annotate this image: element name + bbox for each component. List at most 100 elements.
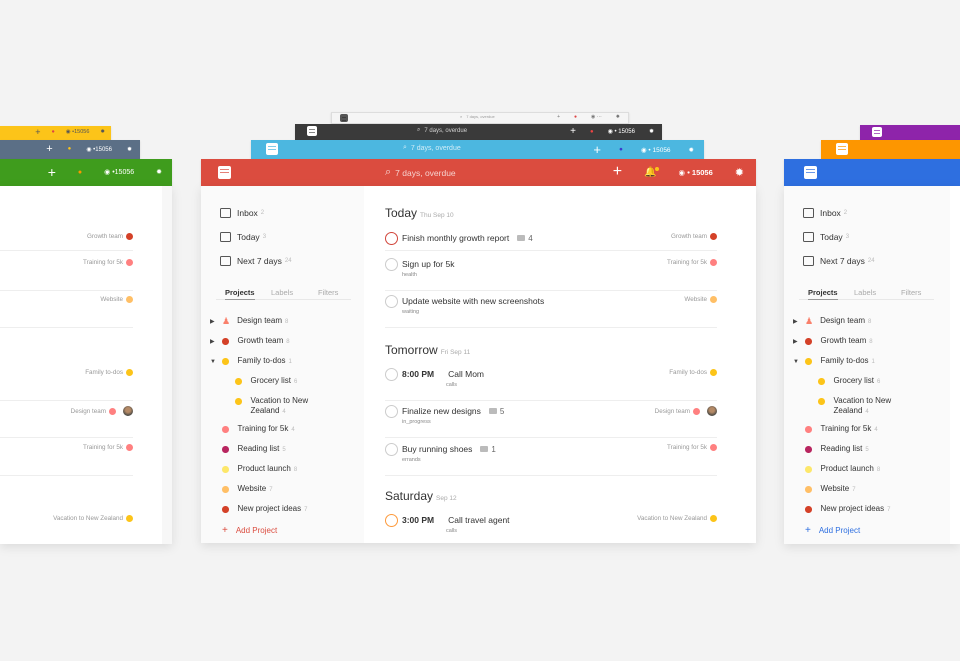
tab-labels[interactable]: Labels xyxy=(271,288,293,297)
project-item[interactable]: Grocery list 6 xyxy=(818,376,880,387)
sidebar-item-next-7-days[interactable]: Next 7 days 24 xyxy=(220,256,292,266)
karma-icon[interactable]: ◉ xyxy=(641,147,647,154)
comments-count[interactable]: 1 xyxy=(480,445,496,454)
plus-icon[interactable]: + xyxy=(48,165,56,179)
task-row[interactable]: Vacation to New Zealand xyxy=(0,513,133,539)
karma-icon[interactable]: ◉ xyxy=(608,129,613,135)
search-input[interactable]: 7 days, overdue xyxy=(424,128,467,134)
bell-icon[interactable]: ● xyxy=(574,114,577,120)
project-item[interactable]: ▶ Growth team 8 xyxy=(793,336,873,347)
task-checkbox[interactable] xyxy=(385,258,398,271)
gear-icon[interactable]: ✹ xyxy=(616,114,620,120)
task-project[interactable]: Vacation to New Zealand xyxy=(637,515,717,522)
gear-icon[interactable]: ✹ xyxy=(156,168,162,176)
project-item[interactable]: New project ideas 7 xyxy=(222,504,307,515)
task-label[interactable]: errands xyxy=(402,457,421,463)
task-project[interactable]: Family to-dos xyxy=(669,369,717,376)
task-project[interactable]: Training for 5k xyxy=(667,444,717,451)
sidebar-item-inbox[interactable]: Inbox 2 xyxy=(220,208,264,218)
tab-projects[interactable]: Projects xyxy=(225,288,255,300)
plus-icon[interactable]: + xyxy=(46,143,52,155)
plus-icon[interactable]: + xyxy=(570,126,576,137)
karma-icon[interactable]: ◉ xyxy=(86,147,91,153)
comments-count[interactable]: 5 xyxy=(488,407,504,416)
plus-icon[interactable]: + xyxy=(557,114,560,120)
sidebar-item-next-7-days[interactable]: Next 7 days 24 xyxy=(803,256,875,266)
gear-icon[interactable]: ✹ xyxy=(649,128,654,135)
project-item[interactable]: Vacation to New Zealand 4 xyxy=(235,396,308,417)
project-item[interactable]: Reading list 5 xyxy=(805,444,869,455)
task-project[interactable]: Website xyxy=(100,296,133,303)
project-item[interactable]: Training for 5k 4 xyxy=(222,424,295,435)
karma-button[interactable]: ◉ • 15056 xyxy=(679,168,713,177)
project-item[interactable]: New project ideas 7 xyxy=(805,504,890,515)
task-row[interactable]: Sign up for 5k health Training for 5k xyxy=(385,257,717,291)
task-label[interactable]: calls xyxy=(446,382,457,388)
search-input[interactable]: 7 days, overdue xyxy=(466,114,494,119)
gear-icon[interactable]: ✹ xyxy=(100,129,105,135)
task-project[interactable]: Training for 5k xyxy=(83,259,133,266)
project-item[interactable]: Training for 5k 4 xyxy=(805,424,878,435)
karma-icon[interactable]: ◉ ··· xyxy=(591,114,602,120)
bell-icon[interactable]: ● xyxy=(68,146,72,152)
task-checkbox[interactable] xyxy=(385,232,398,245)
add-project-button[interactable]: + Add Project xyxy=(222,526,277,536)
task-checkbox[interactable] xyxy=(385,443,398,456)
task-checkbox[interactable] xyxy=(385,405,398,418)
project-item[interactable]: Vacation to New Zealand 4 xyxy=(818,396,891,417)
karma-icon[interactable]: ◉ xyxy=(104,169,110,176)
task-row[interactable]: Website xyxy=(0,294,133,328)
task-row[interactable]: Design team xyxy=(0,404,133,438)
project-item[interactable]: ▶ ♟ Design team 8 xyxy=(210,316,288,327)
logo-icon[interactable] xyxy=(218,166,231,179)
task-label[interactable]: in_progress xyxy=(402,419,431,425)
task-row[interactable]: 8:00 PM Call Mom calls Family to-dos xyxy=(385,367,717,401)
task-label[interactable]: calls xyxy=(446,528,457,534)
task-checkbox[interactable] xyxy=(385,514,398,527)
project-item[interactable]: Grocery list 6 xyxy=(235,376,297,387)
task-project[interactable]: Website xyxy=(684,296,717,303)
task-row[interactable]: Finalize new designs 5 in_progress Design t… xyxy=(385,404,717,438)
bell-icon[interactable]: ● xyxy=(619,146,623,153)
plus-icon[interactable]: + xyxy=(593,142,601,157)
tab-labels[interactable]: Labels xyxy=(854,288,876,297)
task-row[interactable]: Update website with new screenshots waiti… xyxy=(385,294,717,328)
comments-count[interactable]: 4 xyxy=(517,234,533,243)
tab-filters[interactable]: Filters xyxy=(901,288,921,297)
search-input[interactable]: 7 days, overdue xyxy=(411,145,461,152)
caret-down-icon[interactable]: ▼ xyxy=(793,357,799,367)
task-row[interactable]: Family to-dos xyxy=(0,367,133,401)
project-item[interactable]: Website 7 xyxy=(805,484,856,495)
search-input[interactable]: 7 days, overdue xyxy=(395,168,455,178)
sidebar-item-today[interactable]: Today 3 xyxy=(220,232,266,242)
task-row[interactable]: 3:00 PM Call travel agent calls Vacation to… xyxy=(385,513,717,539)
task-row[interactable]: Buy running shoes 1 errands Training for 5k xyxy=(385,442,717,476)
tab-filters[interactable]: Filters xyxy=(318,288,338,297)
task-project[interactable]: Growth team xyxy=(671,233,717,240)
task-row[interactable]: Training for 5k xyxy=(0,257,133,291)
task-row[interactable]: Finish monthly growth report 4 Growth team xyxy=(385,231,717,251)
task-checkbox[interactable] xyxy=(385,295,398,308)
project-item[interactable]: Website 7 xyxy=(222,484,273,495)
project-item[interactable]: Reading list 5 xyxy=(222,444,286,455)
project-item[interactable]: ▼ Family to-dos 1 xyxy=(793,356,875,367)
tab-projects[interactable]: Projects xyxy=(808,288,838,300)
project-item[interactable]: Product launch 8 xyxy=(222,464,297,475)
karma-icon[interactable]: ◉ xyxy=(66,129,71,135)
caret-right-icon[interactable]: ▶ xyxy=(793,317,798,327)
caret-right-icon[interactable]: ▶ xyxy=(793,337,798,347)
add-project-button[interactable]: + Add Project xyxy=(805,526,860,536)
project-item[interactable]: Product launch 8 xyxy=(805,464,880,475)
caret-right-icon[interactable]: ▶ xyxy=(210,337,215,347)
task-label[interactable]: health xyxy=(402,272,417,278)
bell-icon[interactable]: ● xyxy=(590,129,594,135)
caret-right-icon[interactable]: ▶ xyxy=(210,317,215,327)
project-item[interactable]: ▼ Family to-dos 1 xyxy=(210,356,292,367)
gear-icon[interactable]: ✹ xyxy=(735,166,744,179)
task-row[interactable]: Growth team xyxy=(0,231,133,251)
gear-icon[interactable]: ✹ xyxy=(127,146,132,153)
assignee-avatar[interactable] xyxy=(707,406,717,416)
sidebar-item-inbox[interactable]: Inbox 2 xyxy=(803,208,847,218)
plus-icon[interactable]: + xyxy=(35,127,40,137)
task-project[interactable]: Growth team xyxy=(87,233,133,240)
